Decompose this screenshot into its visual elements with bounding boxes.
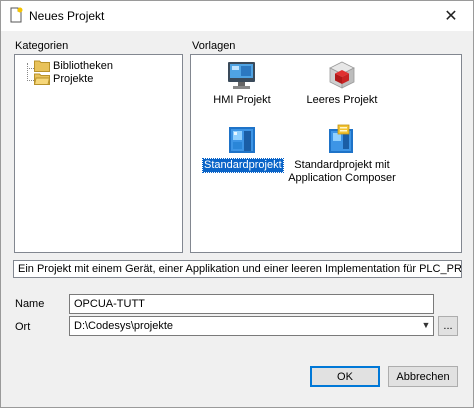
name-input[interactable]: OPCUA-TUTT [69, 294, 434, 314]
tree-line [27, 68, 34, 69]
hmi-project-icon [228, 62, 255, 89]
tree-item-label: Projekte [53, 72, 94, 85]
template-label: HMI Projekt [213, 94, 271, 106]
templates-label: Vorlagen [192, 40, 236, 52]
close-icon: ✕ [444, 8, 458, 25]
categories-label: Kategorien [15, 40, 69, 52]
location-value: D:\Codesys\projekte [74, 320, 174, 332]
title-bar: Neues Projekt ✕ [1, 1, 473, 31]
new-project-dialog: Neues Projekt ✕ Kategorien Bibliotheken … [0, 0, 474, 408]
cancel-button[interactable]: Abbrechen [388, 366, 458, 387]
location-combobox[interactable]: D:\Codesys\projekte ▼ [69, 316, 434, 336]
template-label: Standardprojekt [202, 158, 284, 173]
window-title: Neues Projekt [29, 9, 105, 23]
template-label-line2: Application Composer [288, 172, 396, 184]
template-hmi-project[interactable]: HMI Projekt [208, 59, 276, 107]
close-button[interactable]: ✕ [429, 1, 473, 31]
browse-button[interactable]: ... [438, 316, 458, 336]
template-empty-project[interactable]: Leeres Projekt [294, 59, 390, 107]
new-document-icon [10, 7, 23, 23]
tree-item-projekte[interactable]: Projekte [34, 72, 93, 85]
tree-line [27, 80, 34, 81]
browse-label: ... [443, 320, 453, 332]
chevron-down-icon[interactable]: ▼ [421, 320, 431, 330]
template-label: Leeres Projekt [306, 94, 378, 106]
ok-button[interactable]: OK [310, 366, 380, 387]
template-label-line1: Standardprojekt mit [294, 159, 390, 171]
empty-project-icon [329, 61, 355, 89]
template-description: Ein Projekt mit einem Gerät, einer Appli… [13, 260, 462, 278]
folder-icon [34, 60, 50, 72]
standard-project-icon [229, 127, 255, 153]
cancel-label: Abbrechen [396, 370, 450, 383]
folder-open-icon [34, 73, 50, 85]
ok-label: OK [337, 370, 353, 383]
tree-line [27, 63, 28, 81]
tree-item-bibliotheken[interactable]: Bibliotheken [34, 59, 113, 72]
tree-item-label: Bibliotheken [53, 59, 113, 72]
application-composer-icon [329, 124, 353, 153]
location-label: Ort [15, 321, 31, 333]
name-label: Name [15, 298, 45, 310]
template-standard-project[interactable]: Standardprojekt [202, 124, 284, 173]
template-application-composer[interactable]: Standardprojekt mit Application Composer [287, 124, 397, 185]
